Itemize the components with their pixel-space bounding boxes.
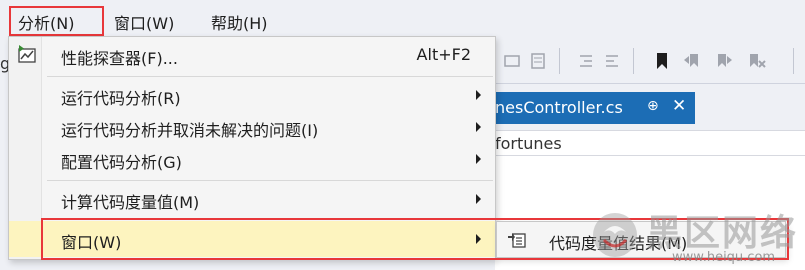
menu-help[interactable]: 帮助(H): [211, 10, 268, 34]
menu-analyze[interactable]: 分析(N): [18, 10, 74, 34]
menu-item-run-code-analysis[interactable]: 运行代码分析(R): [9, 79, 495, 111]
submenu-arrow-icon: [476, 194, 481, 204]
menu-item-configure-code-analysis[interactable]: 配置代码分析(G): [9, 143, 495, 175]
menu-bar: 分析(N) 窗口(W) 帮助(H): [0, 0, 805, 38]
menu-item-label: 运行代码分析并取消未解决的问题(I): [61, 121, 319, 140]
menu-item-window[interactable]: 窗口(W): [9, 221, 495, 257]
submenu-arrow-icon: [476, 234, 481, 244]
next-bookmark-icon[interactable]: [713, 50, 735, 72]
increase-indent-icon[interactable]: [601, 50, 623, 72]
document-tab-strip: nesController.cs ⊕ ✕: [495, 84, 805, 130]
menu-item-calculate-code-metrics[interactable]: 计算代码度量值(M): [9, 183, 495, 215]
submenu-arrow-icon: [476, 90, 481, 100]
menu-item-label: 运行代码分析(R): [61, 89, 181, 108]
document-tab-title: nesController.cs: [495, 98, 623, 117]
menu-separator: [47, 218, 493, 219]
menu-item-label: 窗口(W): [61, 233, 122, 252]
ide-window: 分析(N) 窗口(W) 帮助(H) g nesController.cs ⊕ ✕…: [0, 0, 805, 270]
menu-window[interactable]: 窗口(W): [114, 10, 174, 34]
performance-profiler-icon: [18, 45, 36, 63]
code-metrics-results-icon: [508, 233, 526, 248]
decrease-indent-icon[interactable]: [575, 50, 597, 72]
menu-item-label: 计算代码度量值(M): [61, 193, 200, 212]
menu-separator: [47, 76, 493, 77]
toolbar-separator: [559, 48, 560, 74]
previous-bookmark-icon[interactable]: [681, 50, 703, 72]
menu-item-run-code-analysis-suppress[interactable]: 运行代码分析并取消未解决的问题(I): [9, 111, 495, 143]
bookmark-icon[interactable]: [651, 50, 673, 72]
clear-bookmarks-icon[interactable]: [745, 50, 767, 72]
navigation-bar[interactable]: fortunes: [495, 130, 805, 156]
navigation-bar-type: fortunes: [495, 134, 562, 153]
comment-icon[interactable]: [501, 50, 523, 72]
submenu-item-code-metrics-results[interactable]: 代码度量值结果(M): [549, 230, 687, 254]
submenu-arrow-icon: [476, 154, 481, 164]
pin-icon[interactable]: ⊕: [647, 98, 659, 114]
menu-item-performance-profiler[interactable]: 性能探查器(F)... Alt+F2: [9, 39, 495, 71]
analyze-dropdown-menu: 性能探查器(F)... Alt+F2 运行代码分析(R) 运行代码分析并取消未解…: [8, 36, 496, 260]
toolbar-separator: [793, 48, 794, 74]
menu-item-label: 配置代码分析(G): [61, 153, 182, 172]
submenu-arrow-icon: [476, 122, 481, 132]
close-icon[interactable]: ✕: [672, 96, 686, 116]
window-submenu: 代码度量值结果(M): [496, 221, 786, 258]
uncomment-icon[interactable]: [527, 50, 549, 72]
toolbar-separator: [633, 48, 634, 74]
menu-separator: [47, 180, 493, 181]
toolbar: [495, 38, 805, 84]
menu-item-shortcut: Alt+F2: [416, 45, 471, 64]
document-tab-active[interactable]: nesController.cs ⊕ ✕: [495, 92, 695, 124]
menu-item-label: 性能探查器(F)...: [61, 49, 178, 68]
